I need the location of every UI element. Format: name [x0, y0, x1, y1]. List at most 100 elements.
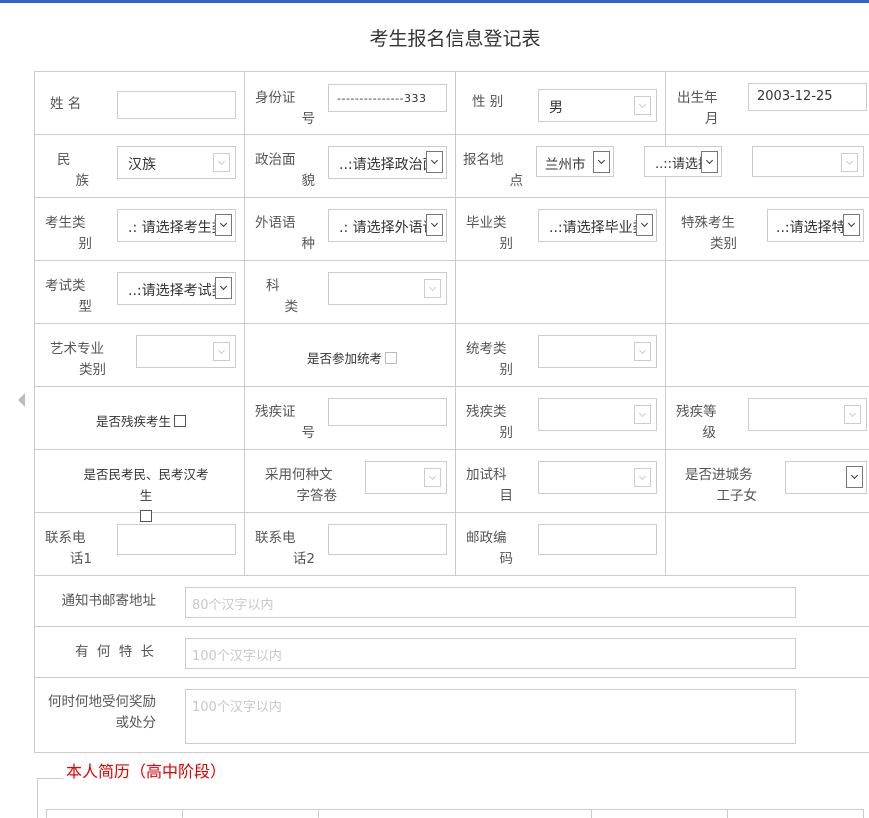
chevron-down-icon — [843, 214, 860, 236]
joint-exam-checkbox[interactable] — [385, 352, 398, 364]
migrant-select[interactable] — [785, 461, 867, 494]
col-divider — [455, 72, 456, 576]
joint-exam-label: 是否参加统考 — [307, 351, 383, 366]
grad-type-value: ..:请选择毕业类 — [549, 220, 647, 236]
row-divider — [35, 677, 869, 678]
row-divider — [35, 323, 869, 324]
foreign-lang-value: .: 请选择外语语 — [339, 220, 437, 236]
resume-col-divider — [591, 809, 592, 818]
chevron-down-icon — [701, 151, 718, 173]
chevron-down-icon — [215, 277, 232, 299]
exam-type-label: 考试类型 — [45, 278, 92, 315]
reg-district-select[interactable]: ..::请选择 — [644, 146, 722, 177]
political-label: 政治面貌 — [255, 152, 315, 189]
chevron-down-icon — [213, 153, 230, 172]
minority-field: 是否民考民、民考汉考生 — [79, 464, 213, 527]
special-type-label: 特殊考生 类别 — [681, 215, 737, 252]
phone2-label: 联系电 话2 — [255, 530, 315, 567]
chevron-down-icon — [846, 466, 863, 488]
chevron-down-icon — [426, 214, 443, 236]
collapse-arrow-icon[interactable] — [18, 393, 25, 407]
birth-date-input[interactable]: 2003-12-25 — [748, 83, 867, 111]
disability-type-select[interactable] — [538, 398, 657, 431]
phone1-input[interactable] — [117, 524, 236, 555]
row-divider — [35, 260, 869, 261]
top-accent-bar — [0, 0, 869, 3]
disability-cert-input[interactable] — [328, 398, 447, 426]
subject-select[interactable] — [328, 272, 447, 305]
reg-place-label: 报名地点 — [463, 152, 523, 189]
disability-type-label: 残疾类别 — [466, 404, 513, 441]
reg-third-select[interactable] — [752, 146, 864, 177]
ethnicity-label: 民族 — [57, 152, 89, 189]
foreign-lang-select[interactable]: .: 请选择外语语 — [328, 209, 447, 242]
political-select[interactable]: ..:请选择政治面 — [328, 146, 447, 179]
id-number-label: 身份证号 — [255, 90, 315, 127]
chevron-down-icon — [424, 468, 441, 487]
col-divider — [244, 72, 245, 576]
extra-subject-select[interactable] — [538, 461, 657, 494]
grad-type-label: 毕业类别 — [466, 215, 513, 252]
special-type-select[interactable]: ..:请选择特殊 — [767, 209, 864, 242]
disabled-checkbox[interactable] — [174, 415, 187, 427]
id-number-input[interactable]: ---------------333 — [328, 84, 447, 112]
chevron-down-icon — [426, 151, 443, 173]
address-input[interactable]: 80个汉字以内 — [185, 587, 796, 618]
fieldset-border — [37, 778, 38, 818]
art-major-select[interactable] — [136, 335, 236, 368]
gender-value: 男 — [549, 100, 563, 116]
subject-label: 科类 — [266, 278, 298, 315]
exam-type-value: ..:请选择考试类 — [128, 283, 226, 299]
resume-col-divider — [318, 809, 319, 818]
disability-cert-label: 残疾证号 — [255, 404, 315, 441]
candidate-type-select[interactable]: .: 请选择考生类 — [117, 209, 236, 242]
minority-label: 是否民考民、民考汉考生 — [83, 467, 209, 503]
gender-select[interactable]: 男 — [538, 89, 657, 122]
phone2-input[interactable] — [328, 524, 447, 555]
joint-exam-field: 是否参加统考 — [307, 348, 398, 367]
ethnicity-select[interactable]: 汉族 — [117, 146, 236, 179]
candidate-type-label: 考生类别 — [45, 215, 92, 252]
specialty-input[interactable]: 100个汉字以内 — [185, 638, 796, 669]
chevron-down-icon — [424, 279, 441, 298]
disabled-field: 是否残疾考生 — [96, 411, 187, 430]
phone1-label: 联系电 话1 — [45, 530, 92, 567]
disabled-label: 是否残疾考生 — [96, 414, 172, 429]
joint-exam-type-select[interactable] — [538, 335, 657, 368]
name-label: 姓 名 — [50, 96, 82, 112]
awards-label: 何时何地受何奖励 或处分 — [48, 694, 156, 731]
chevron-down-icon — [634, 96, 651, 115]
chevron-down-icon — [215, 214, 232, 236]
resume-col-divider — [182, 809, 183, 818]
row-divider — [35, 197, 869, 198]
candidate-type-value: .: 请选择考生类 — [128, 220, 226, 236]
minority-checkbox[interactable] — [140, 510, 152, 522]
row-divider — [35, 752, 869, 753]
page-title: 考生报名信息登记表 — [369, 28, 541, 50]
chevron-down-icon — [634, 342, 651, 361]
awards-textarea[interactable]: 100个汉字以内 — [185, 689, 796, 744]
chevron-down-icon — [636, 214, 653, 236]
resume-col-divider — [863, 809, 864, 818]
grad-type-select[interactable]: ..:请选择毕业类 — [538, 209, 657, 242]
exam-type-select[interactable]: ..:请选择考试类 — [117, 272, 236, 305]
art-major-label: 艺术专业 类别 — [50, 341, 106, 378]
resume-col-divider — [727, 809, 728, 818]
political-value: ..:请选择政治面 — [339, 157, 437, 173]
joint-exam-type-label: 统考类别 — [466, 341, 513, 378]
resume-section-title: 本人简历（高中阶段） — [66, 762, 227, 781]
chevron-down-icon — [593, 151, 610, 173]
row-divider — [35, 575, 869, 576]
answer-lang-select[interactable] — [365, 461, 447, 494]
name-input[interactable] — [117, 91, 236, 119]
disability-level-select[interactable] — [748, 398, 867, 431]
fieldset-border — [37, 778, 63, 779]
postcode-input[interactable] — [538, 524, 657, 555]
disability-level-label: 残疾等级 — [676, 404, 717, 441]
chevron-down-icon — [634, 405, 651, 424]
ethnicity-value: 汉族 — [128, 157, 156, 173]
resume-table-top — [46, 809, 864, 810]
reg-city-select[interactable]: 兰州市 — [536, 146, 614, 177]
row-divider — [35, 626, 869, 627]
address-label: 通知书邮寄地址 — [61, 593, 157, 609]
